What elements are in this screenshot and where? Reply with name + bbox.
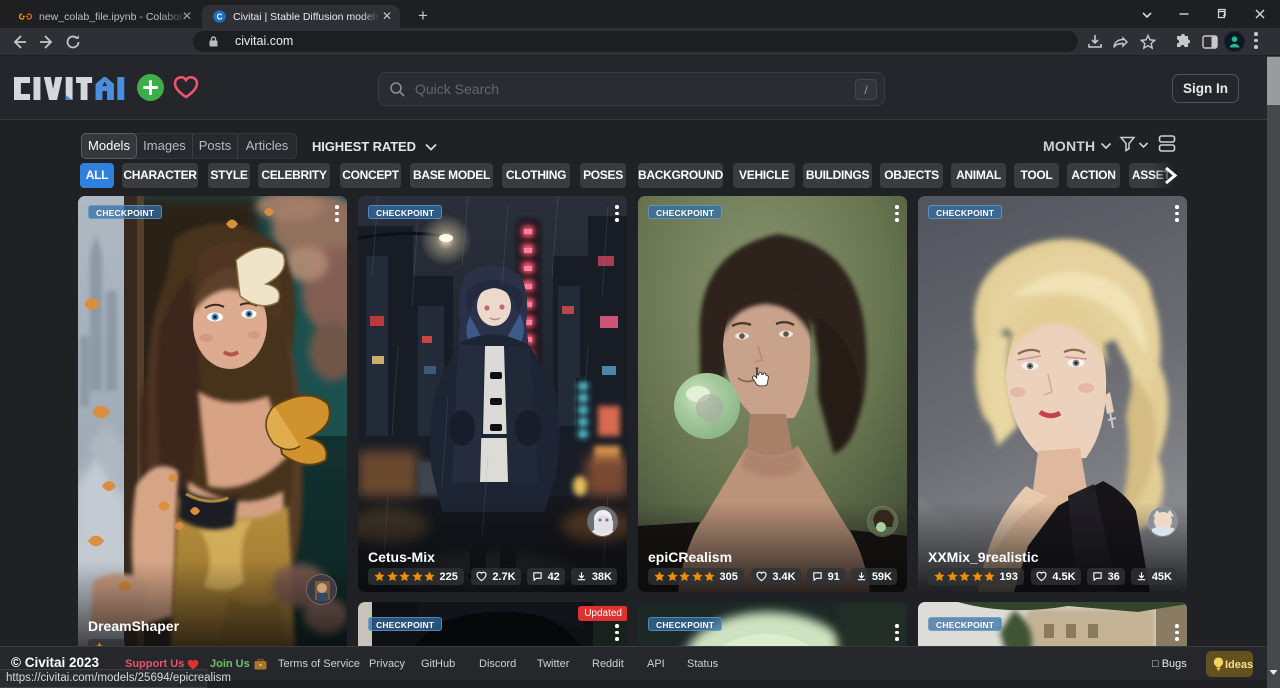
svg-text:C: C [217, 12, 223, 21]
